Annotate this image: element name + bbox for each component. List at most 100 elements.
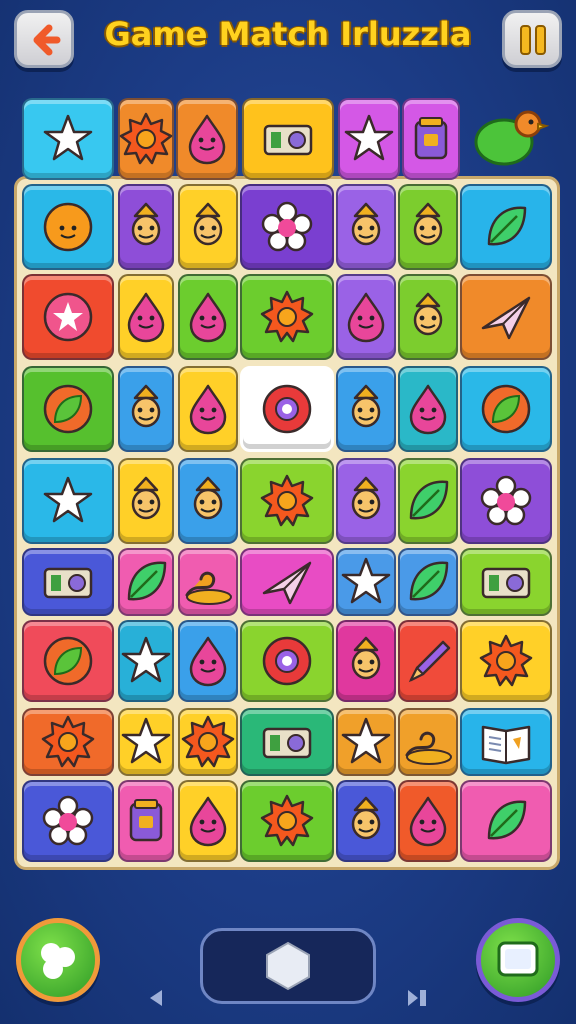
tile-smile[interactable]: [22, 184, 114, 270]
tile-drop[interactable]: [178, 366, 238, 452]
tile-star-circle[interactable]: [22, 274, 114, 360]
tile-figure[interactable]: [118, 184, 174, 270]
tile-star[interactable]: [118, 708, 174, 776]
tile-figure[interactable]: [336, 780, 396, 862]
figure-icon: [131, 202, 161, 246]
swirl-icon: [185, 571, 232, 605]
tile-leaf-circle[interactable]: [22, 366, 114, 452]
tile-star[interactable]: [336, 708, 396, 776]
tile-donut[interactable]: [240, 620, 334, 702]
tile-drop[interactable]: [178, 780, 238, 862]
tile-sun[interactable]: [178, 708, 238, 776]
tile-sun[interactable]: [118, 98, 174, 180]
tile-leaf[interactable]: [398, 458, 458, 544]
tile-figure[interactable]: [336, 458, 396, 544]
tile-figure[interactable]: [178, 184, 238, 270]
tile-figure[interactable]: [118, 458, 174, 544]
tile-figure[interactable]: [336, 184, 396, 270]
star-icon: [341, 557, 391, 604]
leaf-icon: [487, 800, 527, 840]
tile-plane[interactable]: [240, 548, 334, 616]
sun-icon: [181, 715, 235, 768]
tile-figure[interactable]: [178, 458, 238, 544]
sun-icon: [260, 290, 314, 343]
tile-drop[interactable]: [118, 274, 174, 360]
sun-icon: [41, 715, 95, 768]
tile-star[interactable]: [336, 548, 396, 616]
tile-leaf-circle[interactable]: [460, 366, 552, 452]
tile-camera[interactable]: [242, 98, 334, 180]
figure-icon: [193, 202, 223, 246]
tile-swirl[interactable]: [398, 708, 458, 776]
tile-sun[interactable]: [240, 458, 334, 544]
tile-camera[interactable]: [460, 548, 552, 616]
tile-figure[interactable]: [336, 620, 396, 702]
tile-jar[interactable]: [402, 98, 460, 180]
star-icon: [43, 114, 93, 161]
star-icon: [341, 717, 391, 764]
drop-icon: [347, 292, 385, 343]
tile-star[interactable]: [22, 98, 114, 180]
leaf-circle-icon: [43, 636, 93, 686]
tile-drop[interactable]: [398, 780, 458, 862]
tile-camera[interactable]: [240, 708, 334, 776]
tile-drop[interactable]: [336, 274, 396, 360]
tile-leaf[interactable]: [460, 184, 552, 270]
leaf-icon: [409, 480, 449, 520]
drop-icon: [127, 292, 165, 343]
tile-leaf-circle[interactable]: [22, 620, 114, 702]
tile-drop[interactable]: [398, 366, 458, 452]
tile-sun[interactable]: [22, 708, 114, 776]
tile-star[interactable]: [118, 620, 174, 702]
prev-arrow-icon[interactable]: [146, 988, 166, 1008]
tile-drop[interactable]: [178, 274, 238, 360]
tile-figure[interactable]: [336, 366, 396, 452]
tile-leaf[interactable]: [118, 548, 174, 616]
tile-donut[interactable]: [240, 366, 334, 452]
tile-flower[interactable]: [240, 184, 334, 270]
figure-icon: [351, 796, 381, 840]
tile-swirl[interactable]: [178, 548, 238, 616]
tile-flower[interactable]: [22, 780, 114, 862]
next-arrow-icon[interactable]: [406, 988, 430, 1008]
tile-camera[interactable]: [22, 548, 114, 616]
leaf-circle-icon: [481, 384, 531, 434]
tile-plane[interactable]: [460, 274, 552, 360]
tile-figure[interactable]: [398, 184, 458, 270]
camera-icon: [43, 567, 93, 599]
tile-sun[interactable]: [460, 620, 552, 702]
tile-flower[interactable]: [460, 458, 552, 544]
tile-sun[interactable]: [240, 274, 334, 360]
smile-icon: [43, 202, 93, 252]
flower-icon: [42, 795, 94, 846]
star-circle-icon: [43, 292, 93, 342]
tile-jar[interactable]: [118, 780, 174, 862]
center-panel[interactable]: [200, 928, 376, 1004]
tile-sun[interactable]: [240, 780, 334, 862]
figure-icon: [131, 384, 161, 428]
camera-icon: [263, 124, 313, 156]
shuffle-button[interactable]: [16, 918, 100, 1002]
tile-drop[interactable]: [176, 98, 238, 180]
star-icon: [344, 114, 394, 161]
book-icon: [481, 725, 531, 765]
figure-icon: [351, 384, 381, 428]
hint-button[interactable]: [476, 918, 560, 1002]
tile-pencil[interactable]: [398, 620, 458, 702]
jar-icon: [129, 799, 163, 842]
tile-figure[interactable]: [118, 366, 174, 452]
plane-icon: [481, 296, 531, 340]
tile-star[interactable]: [338, 98, 400, 180]
drop-icon: [409, 384, 447, 435]
tile-leaf[interactable]: [398, 548, 458, 616]
tile-figure[interactable]: [398, 274, 458, 360]
figure-icon: [193, 476, 223, 520]
sun-icon: [260, 794, 314, 847]
tile-star[interactable]: [22, 458, 114, 544]
tile-drop[interactable]: [178, 620, 238, 702]
donut-icon: [262, 384, 312, 434]
tile-book[interactable]: [460, 708, 552, 776]
swirl-icon: [405, 731, 452, 765]
tile-leaf[interactable]: [460, 780, 552, 862]
leaf-circle-icon: [43, 384, 93, 434]
